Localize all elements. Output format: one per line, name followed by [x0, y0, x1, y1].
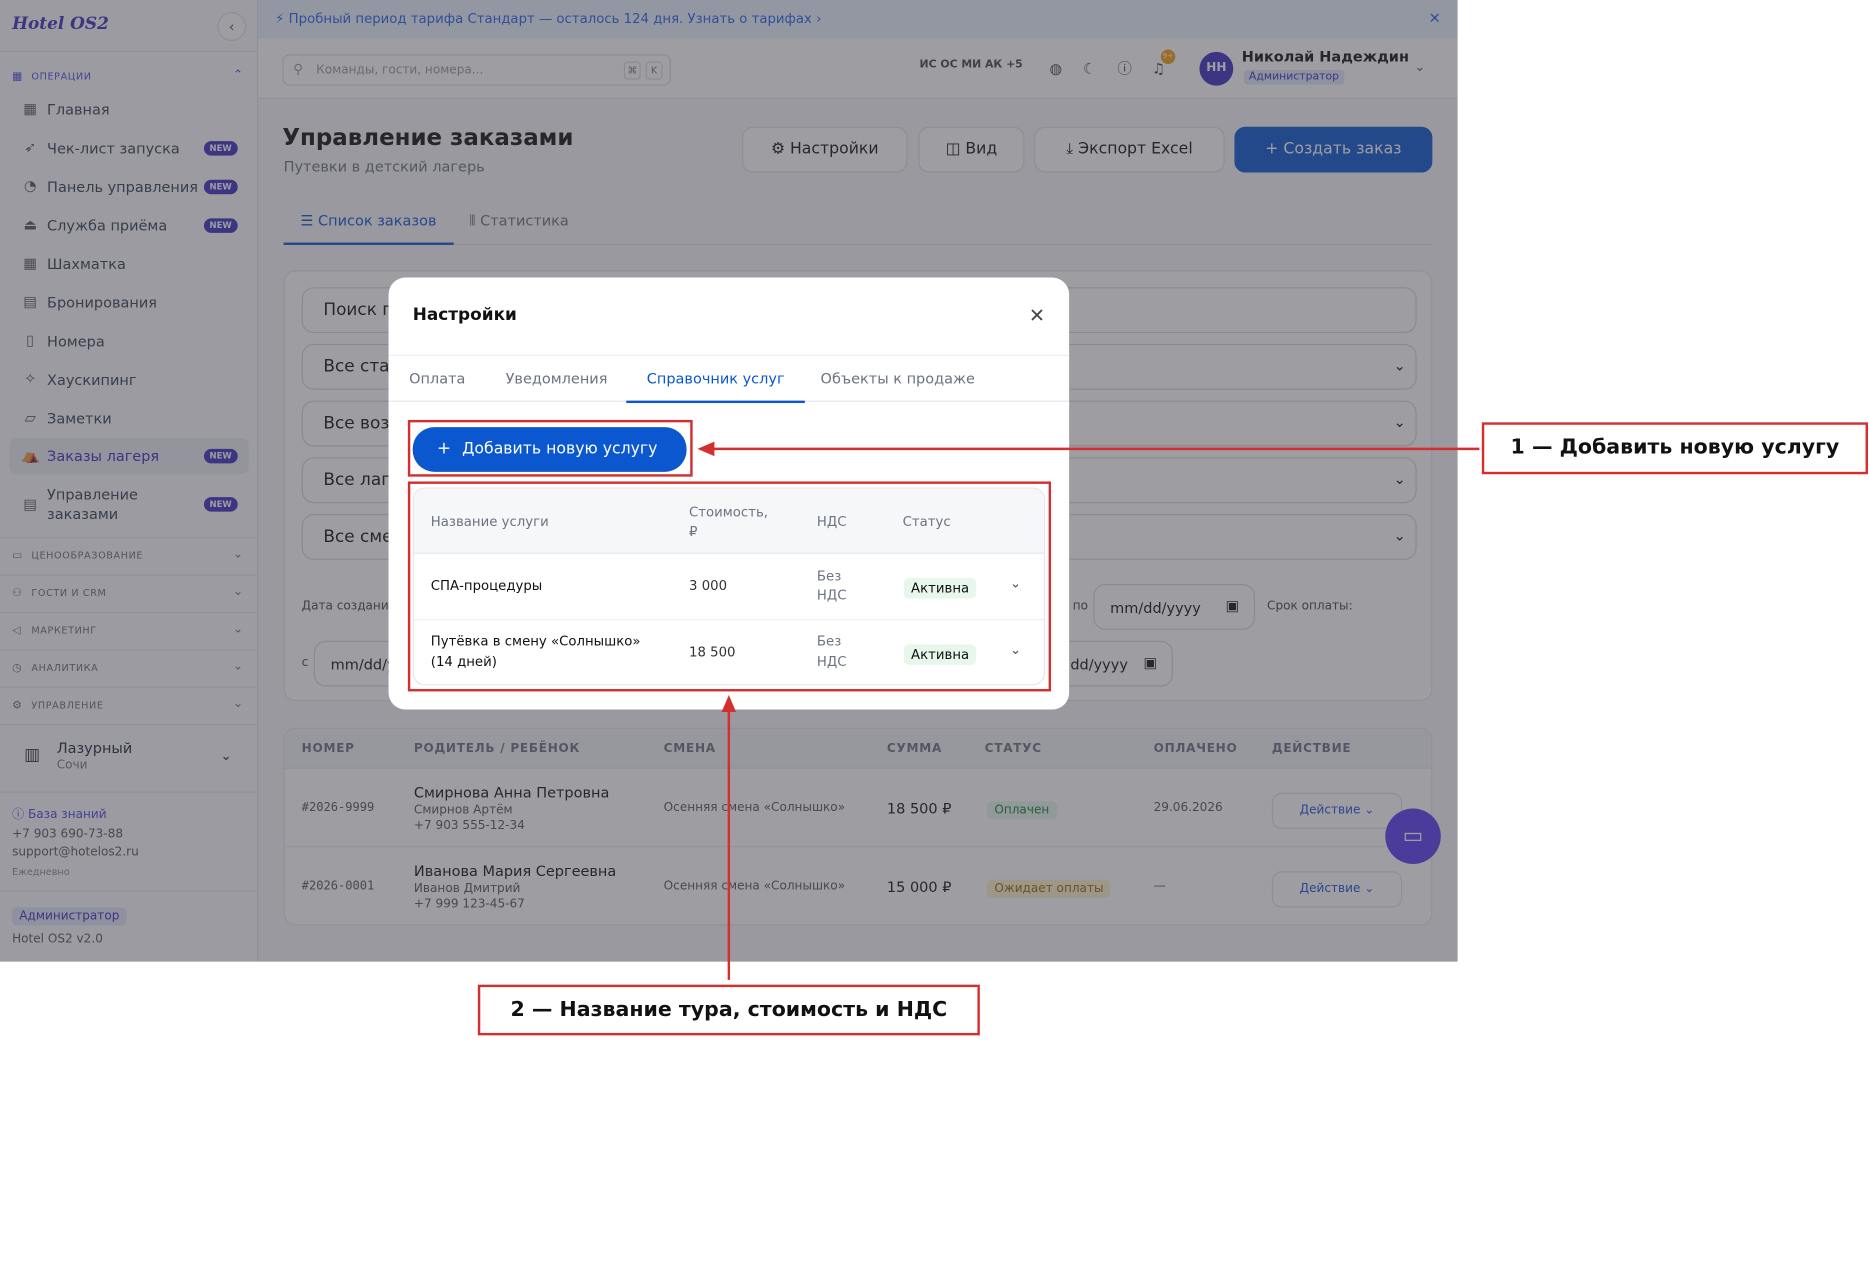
- annotation-arrows: [697, 441, 1480, 980]
- annotation-label-2: 2 — Название тура, стоимость и НДС: [477, 984, 980, 1036]
- annotation-label-1: 1 — Добавить новую услугу: [1481, 422, 1868, 475]
